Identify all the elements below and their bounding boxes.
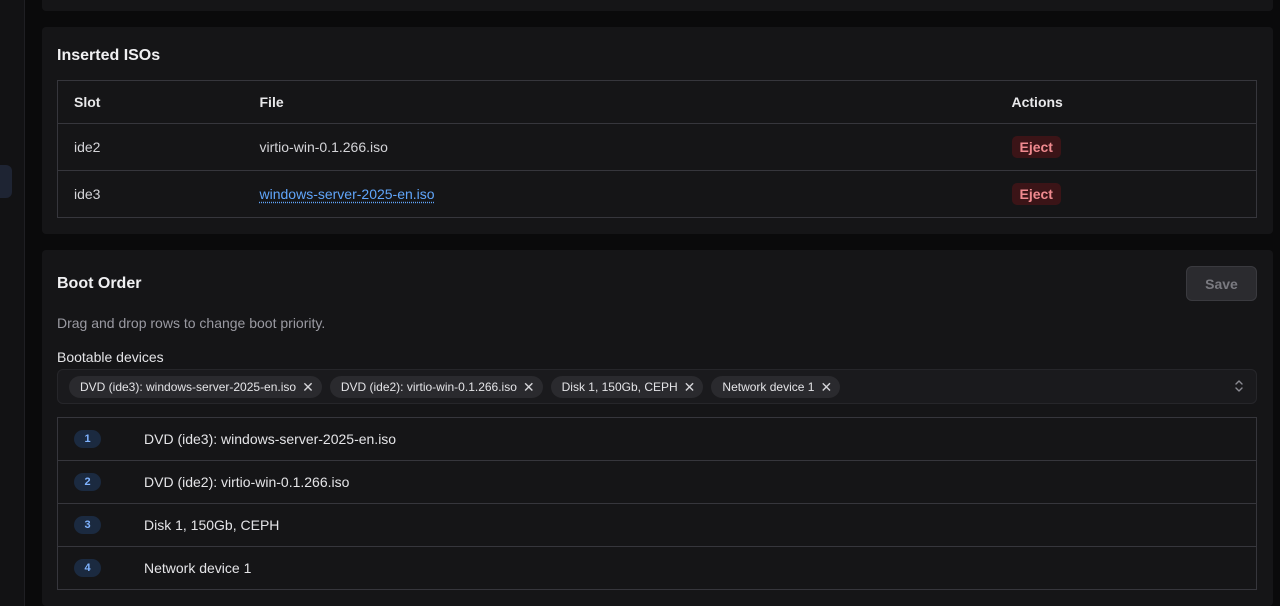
remove-chip-icon[interactable]: ✕ <box>684 380 696 394</box>
remove-chip-icon[interactable]: ✕ <box>523 380 535 394</box>
boot-order-title: Boot Order <box>57 275 142 292</box>
selected-device-chip: DVD (ide3): windows-server-2025-en.iso ✕ <box>69 375 322 398</box>
boot-device-name: DVD (ide3): windows-server-2025-en.iso <box>144 431 397 447</box>
chip-label: DVD (ide2): virtio-win-0.1.266.iso <box>340 379 517 394</box>
boot-order-list: 1 DVD (ide3): windows-server-2025-en.iso… <box>57 417 1257 590</box>
selected-device-chip: Network device 1 ✕ <box>711 375 841 398</box>
list-item[interactable]: 4 Network device 1 <box>58 547 1256 589</box>
iso-table: Slot File Actions ide2 virtio-win-0.1.26… <box>57 80 1257 218</box>
chip-label: Network device 1 <box>722 379 815 394</box>
left-nav-rail <box>0 0 25 606</box>
bootable-devices-multiselect[interactable]: DVD (ide3): windows-server-2025-en.iso ✕… <box>57 369 1257 404</box>
iso-file: virtio-win-0.1.266.iso <box>243 123 996 171</box>
boot-order-card: Boot Order Save Drag and drop rows to ch… <box>42 250 1273 606</box>
table-row: ide2 virtio-win-0.1.266.iso Eject <box>57 123 1257 171</box>
selected-device-chip: DVD (ide2): virtio-win-0.1.266.iso ✕ <box>329 375 543 398</box>
save-button[interactable]: Save <box>1186 266 1257 301</box>
inserted-isos-card: Inserted ISOs Slot File Actions ide2 vir… <box>42 27 1273 234</box>
remove-chip-icon[interactable]: ✕ <box>302 380 314 394</box>
inserted-isos-title: Inserted ISOs <box>57 47 161 64</box>
nav-active-indicator[interactable] <box>0 165 12 198</box>
chip-label: DVD (ide3): windows-server-2025-en.iso <box>80 379 297 394</box>
chip-label: Disk 1, 150Gb, CEPH <box>561 379 678 394</box>
boot-priority-badge: 2 <box>74 473 101 491</box>
boot-priority-badge: 3 <box>74 516 101 534</box>
column-header-actions: Actions <box>995 80 1257 124</box>
boot-device-name: Disk 1, 150Gb, CEPH <box>144 517 280 533</box>
remove-chip-icon[interactable]: ✕ <box>820 380 832 394</box>
iso-file-link[interactable]: windows-server-2025-en.iso <box>260 186 435 202</box>
boot-priority-badge: 4 <box>74 559 101 577</box>
chevron-up-down-glyph <box>1235 380 1243 392</box>
column-header-slot: Slot <box>57 80 244 124</box>
list-item[interactable]: 2 DVD (ide2): virtio-win-0.1.266.iso <box>58 461 1256 504</box>
column-header-file: File <box>243 80 996 124</box>
table-row: ide3 windows-server-2025-en.iso Eject <box>58 171 1257 218</box>
boot-priority-badge: 1 <box>74 430 101 448</box>
iso-slot: ide3 <box>74 186 101 202</box>
boot-device-name: DVD (ide2): virtio-win-0.1.266.iso <box>144 474 350 490</box>
iso-table-header: Slot File Actions <box>57 80 1257 124</box>
boot-order-hint: Drag and drop rows to change boot priori… <box>57 315 326 331</box>
bootable-devices-label: Bootable devices <box>57 349 164 365</box>
previous-card-edge <box>42 0 1273 11</box>
eject-button[interactable]: Eject <box>1011 183 1061 205</box>
eject-button[interactable]: Eject <box>1011 136 1061 158</box>
chevron-up-down-icon[interactable] <box>1234 378 1244 394</box>
list-item[interactable]: 3 Disk 1, 150Gb, CEPH <box>58 504 1256 547</box>
list-item[interactable]: 1 DVD (ide3): windows-server-2025-en.iso <box>58 418 1256 461</box>
iso-slot: ide2 <box>57 123 244 171</box>
selected-device-chip: Disk 1, 150Gb, CEPH ✕ <box>550 375 704 398</box>
boot-device-name: Network device 1 <box>144 560 252 576</box>
